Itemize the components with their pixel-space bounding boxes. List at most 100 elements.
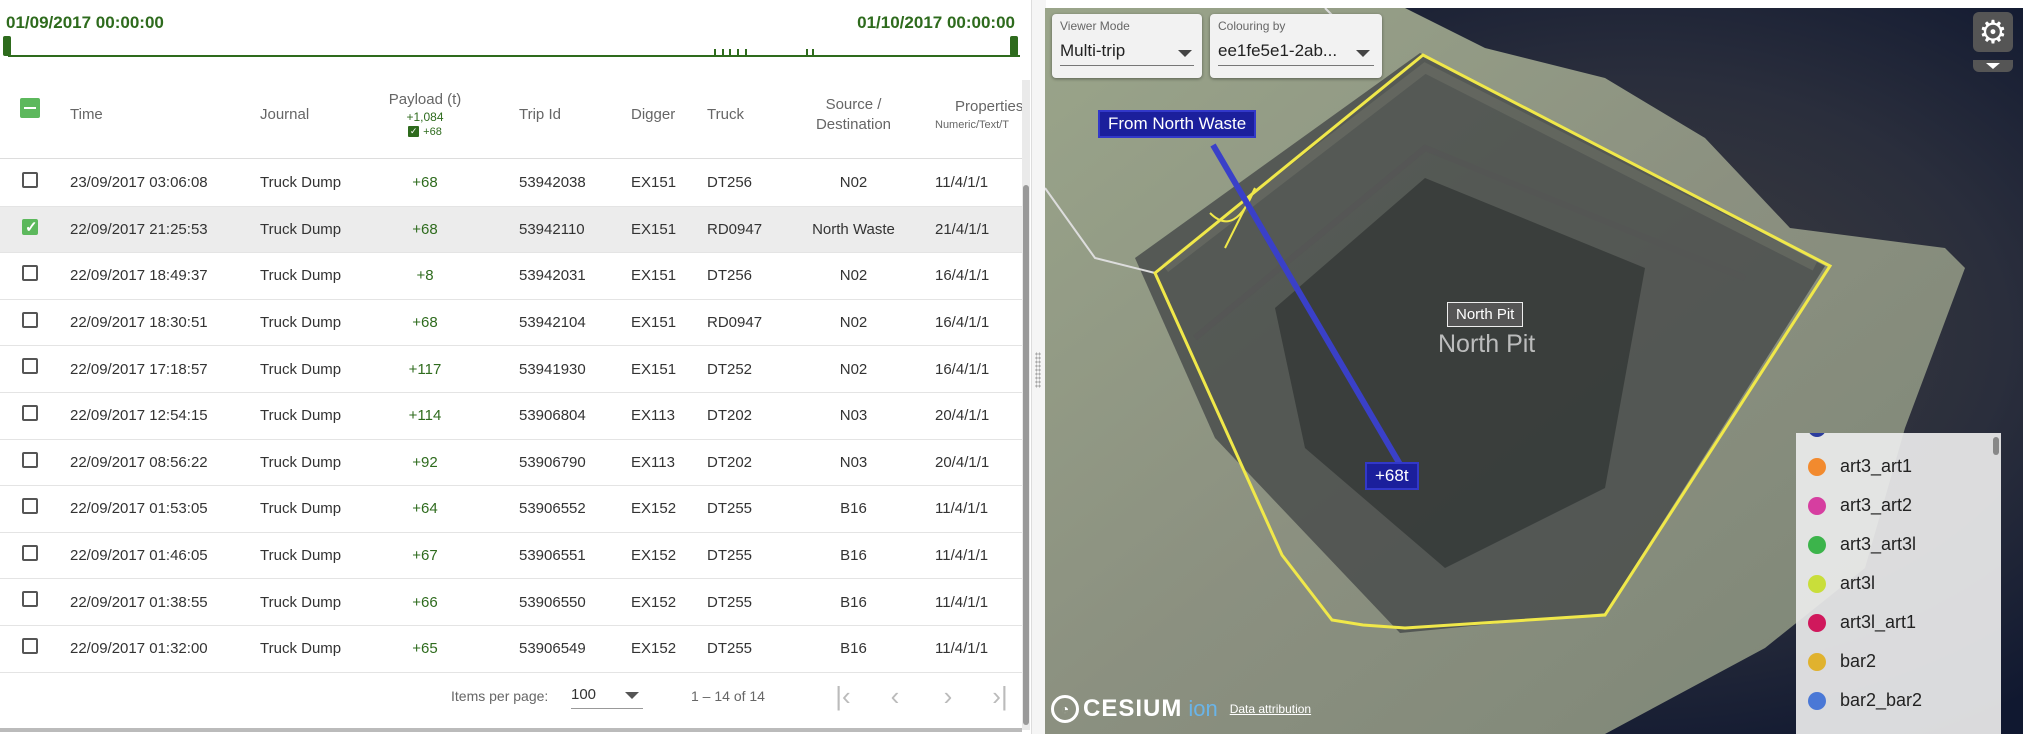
row-properties: 20/4/1/1 (935, 453, 990, 471)
legend-swatch (1808, 433, 1826, 437)
table-row[interactable]: 22/09/2017 08:56:22 Truck Dump +92 53906790… (0, 440, 1022, 487)
colouring-select[interactable]: Colouring by ee1fe5e1-2ab... (1210, 14, 1382, 78)
header-trip-id[interactable]: Trip Id (519, 70, 561, 158)
row-checkbox[interactable] (22, 265, 38, 282)
legend-swatch (1808, 535, 1826, 554)
items-per-page-value: 100 (571, 686, 597, 703)
viewer-mode-select[interactable]: Viewer Mode Multi-trip (1052, 14, 1202, 78)
header-journal[interactable]: Journal (260, 70, 309, 158)
splitter-grip-icon[interactable] (1035, 352, 1041, 388)
colouring-value: ee1fe5e1-2ab... (1218, 41, 1338, 60)
row-time: 22/09/2017 01:38:55 (70, 593, 208, 611)
header-properties[interactable]: Properties Numeric/Text/T (935, 70, 1031, 158)
table-row[interactable]: 22/09/2017 12:54:15 Truck Dump +114 5390680… (0, 393, 1022, 440)
timeline-tick (812, 49, 814, 56)
timeline-tick (714, 49, 716, 56)
table-row[interactable]: 23/09/2017 03:06:08 Truck Dump +68 53942038… (0, 160, 1022, 207)
cesium-brand: CESIUM (1083, 695, 1183, 722)
row-source: N02 (839, 267, 868, 285)
header-truck[interactable]: Truck (707, 70, 744, 158)
row-checkbox[interactable] (22, 404, 38, 421)
row-digger: EX152 (631, 593, 677, 611)
timeline-start-handle[interactable] (3, 36, 11, 56)
legend-swatch (1808, 496, 1826, 515)
header-source-label: Source / (825, 95, 882, 113)
header-payload-label: Payload (t) (388, 90, 462, 108)
previous-page-icon[interactable]: ‹ (880, 682, 910, 712)
chevron-down-icon (1356, 50, 1370, 57)
table-row[interactable]: 22/09/2017 18:30:51 Truck Dump +68 53942104… (0, 300, 1022, 347)
trip-payload-label: +68t (1365, 462, 1419, 490)
legend-item: art3_art1 (1796, 447, 1912, 486)
settings-dropdown-toggle[interactable] (1973, 60, 2013, 72)
gear-icon[interactable]: ⚙ (1973, 12, 2013, 52)
legend-swatch (1808, 613, 1826, 632)
timeline-end-handle[interactable] (1010, 36, 1018, 56)
row-checkbox[interactable] (22, 358, 38, 375)
row-checkbox[interactable] (22, 591, 38, 608)
row-trip-id: 53906804 (519, 407, 586, 425)
row-checkbox[interactable] (22, 544, 38, 561)
timeline-end-label: 01/10/2017 00:00:00 (857, 13, 1015, 32)
legend-item: art3_art3l (1796, 525, 1916, 564)
row-time: 22/09/2017 01:46:05 (70, 547, 208, 565)
pit-ghost-label: North Pit (1438, 330, 1536, 358)
row-truck: DT255 (707, 640, 753, 658)
payload-total: +1,084 (406, 109, 444, 124)
table-row[interactable]: 22/09/2017 21:25:53 Truck Dump +68 53942110… (0, 206, 1022, 254)
table-row[interactable]: 22/09/2017 18:49:37 Truck Dump +8 53942031 E… (0, 253, 1022, 300)
legend-scrollbar[interactable] (1993, 437, 1999, 455)
row-checkbox[interactable] (22, 311, 38, 328)
timeline-start-label: 01/09/2017 00:00:00 (6, 13, 164, 32)
row-time: 22/09/2017 01:32:00 (70, 640, 208, 658)
table-row[interactable]: 22/09/2017 01:53:05 Truck Dump +64 53906552… (0, 486, 1022, 533)
row-truck: DT255 (707, 593, 753, 611)
table-body: 23/09/2017 03:06:08 Truck Dump +68 53942038… (0, 160, 1022, 673)
table-row[interactable]: 22/09/2017 17:18:57 Truck Dump +117 5394193… (0, 346, 1022, 393)
row-time: 22/09/2017 01:53:05 (70, 500, 208, 518)
scroll-thumb[interactable] (1023, 185, 1029, 725)
row-checkbox[interactable] (22, 172, 38, 188)
row-digger: EX152 (631, 640, 677, 658)
header-digger[interactable]: Digger (631, 70, 675, 158)
header-source-destination[interactable]: Source / Destination (800, 70, 907, 158)
chevron-down-icon (625, 692, 639, 699)
table-vertical-scrollbar[interactable] (1022, 80, 1030, 730)
items-per-page-select[interactable]: 100 (571, 686, 643, 709)
row-source: B16 (840, 500, 867, 518)
data-attribution-link[interactable]: Data attribution (1230, 702, 1311, 716)
row-checkbox[interactable] (22, 218, 38, 236)
row-journal: Truck Dump (260, 407, 342, 425)
map-viewer[interactable]: Viewer Mode Multi-trip Colouring by ee1f… (1045, 8, 2023, 734)
row-trip-id: 53942038 (519, 174, 586, 192)
row-time: 23/09/2017 03:06:08 (70, 174, 208, 192)
row-payload: +64 (412, 500, 438, 518)
row-payload: +68 (412, 314, 438, 332)
row-checkbox[interactable] (22, 637, 38, 654)
first-page-icon[interactable]: |‹ (828, 682, 858, 712)
row-time: 22/09/2017 18:49:37 (70, 267, 208, 285)
viewer-mode-label: Viewer Mode (1060, 19, 1130, 33)
header-time[interactable]: Time (70, 70, 103, 158)
table-row[interactable]: 22/09/2017 01:32:00 Truck Dump +65 53906549… (0, 626, 1022, 673)
pit-label: North Pit (1447, 302, 1524, 327)
row-checkbox[interactable] (22, 451, 38, 468)
legend-item: bar2 (1796, 642, 1876, 681)
table-row[interactable]: 22/09/2017 01:38:55 Truck Dump +66 53906550… (0, 579, 1022, 626)
row-digger: EX113 (631, 407, 675, 425)
next-page-icon[interactable]: › (933, 682, 963, 712)
row-checkbox[interactable] (22, 498, 38, 515)
header-payload[interactable]: Payload (t) +1,084 ✓ +68 (380, 70, 470, 158)
last-page-icon[interactable]: ›| (985, 682, 1015, 712)
row-source: N03 (839, 453, 868, 471)
row-time: 22/09/2017 21:25:53 (70, 220, 208, 238)
legend-label: art3_art3l (1840, 534, 1917, 554)
row-trip-id: 53942031 (519, 267, 586, 285)
table-row[interactable]: 22/09/2017 01:46:05 Truck Dump +67 53906551… (0, 533, 1022, 580)
table-horizontal-scrollbar[interactable] (0, 728, 1022, 732)
timeline-track[interactable] (8, 55, 1020, 57)
legend-item: art3l_art1 (1796, 603, 1916, 642)
select-all-checkbox[interactable] (20, 98, 40, 118)
legend-item: bar2_bar2 (1796, 681, 1922, 720)
panel-splitter[interactable] (1031, 0, 1046, 734)
